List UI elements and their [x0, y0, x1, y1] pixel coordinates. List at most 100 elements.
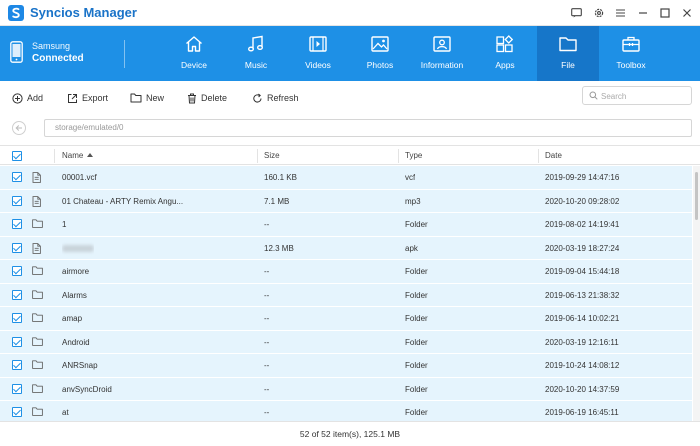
export-button[interactable]: Export: [67, 91, 108, 105]
nav-tab-apps[interactable]: Apps: [474, 26, 536, 81]
settings-gear-icon[interactable]: [591, 5, 606, 20]
column-header-date[interactable]: Date: [545, 146, 562, 166]
row-checkbox[interactable]: [12, 242, 22, 253]
syncios-logo-icon: [8, 5, 24, 21]
toolbox-icon: [622, 36, 640, 52]
file-name: anvSyncDroid: [62, 384, 112, 394]
delete-button[interactable]: Delete: [187, 91, 227, 105]
maximize-icon[interactable]: [657, 5, 672, 20]
new-label: New: [146, 93, 165, 103]
search-box[interactable]: [582, 86, 692, 105]
nav-tab-information[interactable]: Information: [411, 26, 473, 81]
video-icon: [309, 36, 327, 52]
file-type: vcf: [405, 173, 416, 182]
nav-tab-music[interactable]: Music: [225, 26, 287, 81]
row-checkbox[interactable]: [12, 195, 22, 206]
folder-icon: [32, 266, 43, 277]
nav-tab-videos[interactable]: Videos: [287, 26, 349, 81]
column-divider: [257, 149, 258, 163]
nav-tab-device[interactable]: Device: [163, 26, 225, 81]
table-row[interactable]: ANRSnap -- Folder 2019-10-24 14:08:12: [0, 354, 692, 378]
menu-icon[interactable]: [613, 5, 628, 20]
new-folder-button[interactable]: New: [130, 91, 164, 105]
row-checkbox[interactable]: [12, 313, 22, 323]
file-date: 2019-09-29 14:47:16: [545, 173, 620, 182]
minimize-icon[interactable]: [635, 5, 650, 20]
nav-label: Music: [244, 60, 268, 70]
table-row[interactable]: 01 Chateau - ARTY Remix Angu... 7.1 MB mp3…: [0, 189, 692, 213]
window-controls: [569, 5, 694, 20]
file-name-redacted: [62, 237, 94, 260]
row-checkbox[interactable]: [12, 360, 22, 370]
row-checkbox[interactable]: [12, 172, 22, 182]
file-table: Name Size Type Date 00001.vcf 160.1 KB vcf…: [0, 145, 700, 421]
scrollbar-thumb[interactable]: [695, 172, 698, 220]
feedback-icon[interactable]: [569, 5, 584, 20]
column-divider: [398, 149, 399, 163]
row-checkbox[interactable]: [12, 383, 22, 394]
device-info[interactable]: Samsung Connected: [10, 38, 120, 70]
column-label: Name: [62, 151, 84, 160]
row-checkbox[interactable]: [12, 266, 22, 276]
device-status: Connected: [32, 53, 84, 64]
folder-icon: [32, 383, 43, 395]
folder-icon: [32, 219, 43, 230]
folder-icon: [32, 407, 43, 418]
column-header-type[interactable]: Type: [405, 146, 422, 166]
refresh-button[interactable]: Refresh: [252, 91, 299, 105]
export-label: Export: [82, 93, 109, 103]
folder-icon: [32, 289, 43, 301]
row-checkbox[interactable]: [12, 219, 22, 229]
file-size: 12.3 MB: [264, 243, 294, 253]
table-row[interactable]: 12.3 MB apk 2020-03-19 18:27:24: [0, 236, 692, 260]
checkbox-icon: [12, 151, 22, 161]
row-checkbox[interactable]: [12, 407, 22, 417]
table-scrollbar[interactable]: [693, 166, 700, 421]
file-type: Folder: [405, 290, 428, 300]
folder-icon: [32, 336, 43, 348]
file-name: 01 Chateau - ARTY Remix Angu...: [62, 196, 184, 206]
file-name: at: [62, 408, 69, 417]
add-icon: [12, 92, 23, 104]
table-row[interactable]: anvSyncDroid -- Folder 2020-10-20 14:37:59: [0, 377, 692, 401]
close-icon[interactable]: [679, 5, 694, 20]
nav-label: Device: [181, 60, 207, 70]
photo-icon: [371, 36, 389, 52]
file-date: 2020-10-20 09:28:02: [545, 196, 620, 206]
phone-icon: [10, 41, 23, 63]
file-type: Folder: [405, 314, 428, 323]
folder-icon: [32, 360, 43, 371]
file-date: 2019-09-04 15:44:18: [545, 267, 620, 276]
row-checkbox[interactable]: [12, 289, 22, 300]
column-header-size[interactable]: Size: [264, 146, 280, 166]
file-date: 2019-10-24 14:08:12: [545, 361, 620, 370]
table-row[interactable]: Alarms -- Folder 2019-06-13 21:38:32: [0, 283, 692, 307]
table-row[interactable]: 1 -- Folder 2019-08-02 14:19:41: [0, 213, 692, 237]
nav-label: File: [561, 60, 575, 70]
select-all-checkbox[interactable]: [12, 151, 22, 161]
file-type: Folder: [405, 220, 428, 229]
file-size: --: [264, 408, 270, 417]
row-checkbox[interactable]: [12, 336, 22, 347]
search-input[interactable]: [601, 89, 687, 103]
table-row[interactable]: airmore -- Folder 2019-09-04 15:44:18: [0, 260, 692, 284]
nav-tab-file[interactable]: File: [537, 26, 599, 81]
add-button[interactable]: Add: [12, 91, 43, 105]
file-size: 7.1 MB: [264, 196, 290, 206]
table-row[interactable]: Android -- Folder 2020-03-19 12:16:11: [0, 330, 692, 354]
table-row[interactable]: 00001.vcf 160.1 KB vcf 2019-09-29 14:47:16: [0, 166, 692, 190]
nav-tab-toolbox[interactable]: Toolbox: [600, 26, 662, 81]
file-name: airmore: [62, 267, 90, 276]
nav-tab-photos[interactable]: Photos: [349, 26, 411, 81]
column-header-name[interactable]: Name: [62, 146, 94, 166]
file-type: Folder: [405, 267, 428, 276]
add-label: Add: [27, 93, 44, 103]
export-icon: [68, 93, 77, 103]
back-button[interactable]: [12, 121, 26, 135]
table-row[interactable]: at -- Folder 2019-06-19 16:45:11: [0, 401, 692, 421]
table-row[interactable]: amap -- Folder 2019-06-14 10:02:21: [0, 307, 692, 331]
nav-label: Videos: [305, 60, 331, 70]
file-icon: [32, 242, 41, 256]
file-size: 160.1 KB: [264, 173, 297, 182]
path-field[interactable]: storage/emulated/0: [44, 119, 692, 137]
